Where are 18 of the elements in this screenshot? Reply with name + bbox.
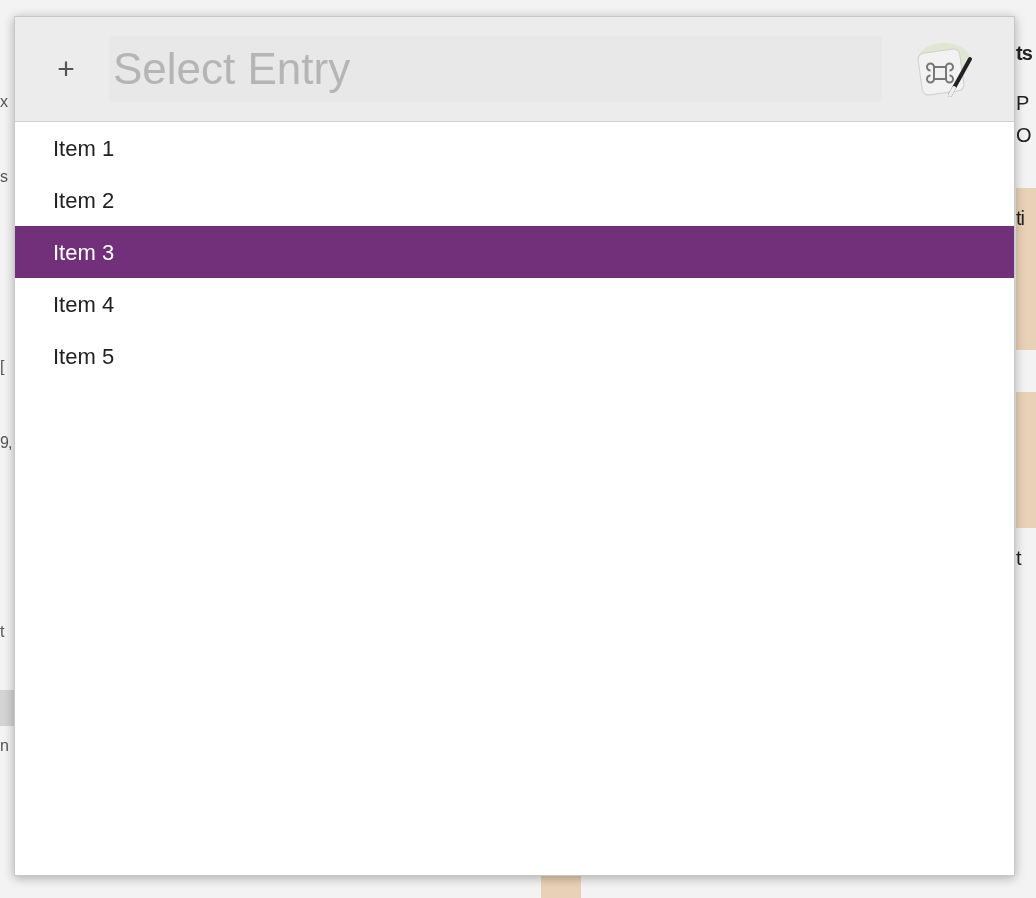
list-item[interactable]: Item 1 <box>15 122 1014 174</box>
text-fragment: n <box>0 736 8 756</box>
list-item[interactable]: Item 4 <box>15 278 1014 330</box>
text-fragment: ts <box>1016 41 1032 66</box>
text-fragment: P <box>1016 91 1029 116</box>
text-fragment: [ <box>0 357 4 377</box>
list-item[interactable]: Item 5 <box>15 330 1014 382</box>
panel-background <box>541 876 581 898</box>
list-item[interactable]: Item 3 <box>15 226 1014 278</box>
text-fragment: t <box>1016 546 1021 571</box>
list-item[interactable]: Item 2 <box>15 174 1014 226</box>
text-fragment: O <box>1016 123 1031 148</box>
text-fragment: s <box>0 167 7 187</box>
text-fragment: ti <box>1016 206 1024 231</box>
text-fragment: t <box>0 622 4 642</box>
add-button[interactable]: + <box>53 54 79 84</box>
text-fragment: 9, <box>0 433 12 453</box>
text-fragment: x <box>0 92 7 112</box>
